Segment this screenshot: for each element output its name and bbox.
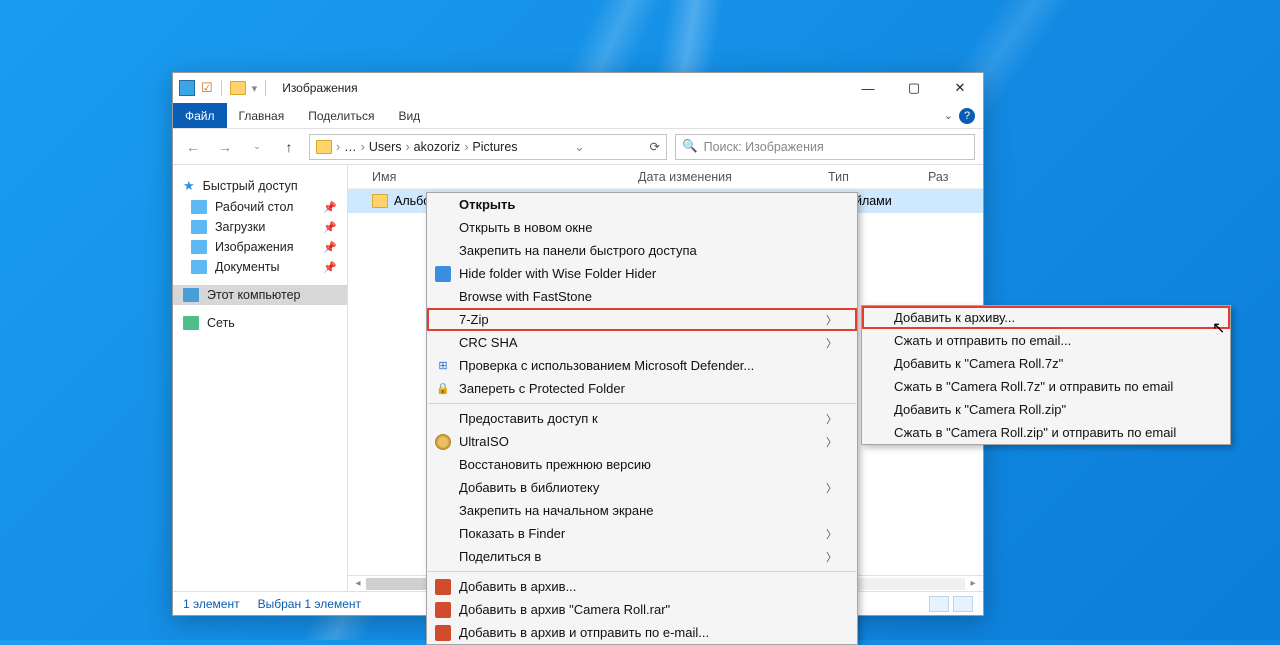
submenu-arrow-icon: 〉: [806, 549, 837, 565]
minimize-button[interactable]: —: [845, 73, 891, 103]
shield-icon: ⊞: [435, 358, 451, 374]
help-icon[interactable]: ?: [959, 108, 975, 124]
col-name[interactable]: Имя: [348, 170, 638, 184]
ctx-restore-version[interactable]: Восстановить прежнюю версию: [427, 453, 857, 476]
crumb-0[interactable]: …: [344, 140, 357, 154]
ctx-open[interactable]: Открыть: [427, 193, 857, 216]
column-headers: Имя Дата изменения Тип Раз: [348, 165, 983, 189]
sidebar-item-pictures[interactable]: Изображения📌: [173, 237, 347, 257]
close-button[interactable]: ✕: [937, 73, 983, 103]
sidebar-network[interactable]: Сеть: [173, 313, 347, 333]
qat-dropdown-icon[interactable]: ▾: [252, 82, 258, 95]
pin-icon: 📌: [323, 261, 337, 274]
pin-icon: 📌: [323, 221, 337, 234]
context-submenu-7zip: Добавить к архиву... Сжать и отправить п…: [861, 305, 1231, 445]
winrar-icon: [435, 602, 451, 618]
tab-file[interactable]: Файл: [173, 103, 227, 128]
titlebar: ☑ ▾ Изображения — ▢ ✕: [173, 73, 983, 103]
nav-forward-button[interactable]: →: [213, 135, 237, 159]
ctx-hide-wise[interactable]: Hide folder with Wise Folder Hider: [427, 262, 857, 285]
ctx-add-email[interactable]: Добавить в архив и отправить по e-mail..…: [427, 621, 857, 644]
sidebar-this-pc[interactable]: Этот компьютер: [173, 285, 347, 305]
folder-icon: [316, 140, 332, 154]
ctx-7zip[interactable]: 7-Zip〉: [427, 308, 857, 331]
pin-icon: 📌: [323, 201, 337, 214]
ctx-ultraiso[interactable]: UltraISO〉: [427, 430, 857, 453]
col-date[interactable]: Дата изменения: [638, 170, 828, 184]
ribbon-expand-icon[interactable]: ⌄: [944, 109, 953, 122]
sub-compress-email[interactable]: Сжать и отправить по email...: [862, 329, 1230, 352]
pin-icon: 📌: [323, 241, 337, 254]
nav-up-button[interactable]: ↑: [277, 135, 301, 159]
ctx-add-archive[interactable]: Добавить в архив...: [427, 575, 857, 598]
maximize-button[interactable]: ▢: [891, 73, 937, 103]
folder-icon: [230, 81, 246, 95]
tab-view[interactable]: Вид: [386, 103, 432, 128]
crumb-user[interactable]: akozoriz: [414, 140, 461, 154]
ctx-faststone[interactable]: Browse with FastStone: [427, 285, 857, 308]
crumb-pictures[interactable]: Pictures: [472, 140, 517, 154]
winrar-icon: [435, 625, 451, 641]
sidebar-item-desktop[interactable]: Рабочий стол📌: [173, 197, 347, 217]
ctx-add-library[interactable]: Добавить в библиотеку〉: [427, 476, 857, 499]
tab-share[interactable]: Поделиться: [296, 103, 386, 128]
nav-back-button[interactable]: ←: [181, 135, 205, 159]
view-icons-button[interactable]: [953, 596, 973, 612]
ctx-open-new-window[interactable]: Открыть в новом окне: [427, 216, 857, 239]
ctx-share-access[interactable]: Предоставить доступ к〉: [427, 407, 857, 430]
ctx-pin-quick-access[interactable]: Закрепить на панели быстрого доступа: [427, 239, 857, 262]
sub-add-zip[interactable]: Добавить к "Camera Roll.zip": [862, 398, 1230, 421]
address-bar: ← → ⌄ ↑ › … › Users › akozoriz › Picture…: [173, 129, 983, 165]
ctx-pin-start[interactable]: Закрепить на начальном экране: [427, 499, 857, 522]
ctx-defender[interactable]: ⊞Проверка с использованием Microsoft Def…: [427, 354, 857, 377]
submenu-arrow-icon: 〉: [806, 411, 837, 427]
qat-checkbox-icon[interactable]: ☑: [201, 80, 213, 96]
sidebar-item-documents[interactable]: Документы📌: [173, 257, 347, 277]
lock-icon: 🔒: [435, 381, 451, 397]
breadcrumb[interactable]: › … › Users › akozoriz › Pictures ⌄ ⟳: [309, 134, 667, 160]
status-count: 1 элемент: [183, 597, 240, 611]
sub-compress-7z-email[interactable]: Сжать в "Camera Roll.7z" и отправить по …: [862, 375, 1230, 398]
scroll-left-icon[interactable]: ◂: [350, 578, 366, 589]
submenu-arrow-icon: 〉: [806, 335, 837, 351]
ribbon: Файл Главная Поделиться Вид ⌄ ?: [173, 103, 983, 129]
nav-history-dropdown[interactable]: ⌄: [245, 135, 269, 159]
folder-icon: [372, 194, 388, 208]
col-type[interactable]: Тип: [828, 170, 928, 184]
wise-icon: [435, 266, 451, 282]
ctx-crc-sha[interactable]: CRC SHA〉: [427, 331, 857, 354]
status-selected: Выбран 1 элемент: [258, 597, 361, 611]
window-title: Изображения: [274, 81, 357, 95]
submenu-arrow-icon: 〉: [806, 526, 837, 542]
ctx-add-rar[interactable]: Добавить в архив "Camera Roll.rar": [427, 598, 857, 621]
disc-icon: [435, 434, 451, 450]
tab-home[interactable]: Главная: [227, 103, 297, 128]
sub-add-to-archive[interactable]: Добавить к архиву...: [862, 306, 1230, 329]
submenu-arrow-icon: 〉: [806, 480, 837, 496]
nav-pane: ★Быстрый доступ Рабочий стол📌 Загрузки📌 …: [173, 165, 348, 591]
ctx-share-in[interactable]: Поделиться в〉: [427, 545, 857, 568]
crumb-users[interactable]: Users: [369, 140, 402, 154]
sub-compress-zip-email[interactable]: Сжать в "Camera Roll.zip" и отправить по…: [862, 421, 1230, 444]
col-size[interactable]: Раз: [928, 170, 983, 184]
refresh-icon[interactable]: ⟳: [642, 139, 660, 154]
sidebar-item-downloads[interactable]: Загрузки📌: [173, 217, 347, 237]
ctx-protected-folder[interactable]: 🔒Запереть с Protected Folder: [427, 377, 857, 400]
search-input[interactable]: 🔍 Поиск: Изображения: [675, 134, 975, 160]
ctx-show-finder[interactable]: Показать в Finder〉: [427, 522, 857, 545]
app-icon: [179, 80, 195, 96]
view-details-button[interactable]: [929, 596, 949, 612]
context-menu: Открыть Открыть в новом окне Закрепить н…: [426, 192, 858, 645]
sidebar-quick-access[interactable]: ★Быстрый доступ: [173, 175, 347, 197]
winrar-icon: [435, 579, 451, 595]
submenu-arrow-icon: 〉: [806, 434, 837, 450]
scroll-right-icon[interactable]: ▸: [965, 578, 981, 589]
search-placeholder: Поиск: Изображения: [704, 140, 824, 154]
search-icon: 🔍: [682, 139, 698, 154]
submenu-arrow-icon: 〉: [806, 312, 837, 328]
sub-add-7z[interactable]: Добавить к "Camera Roll.7z": [862, 352, 1230, 375]
